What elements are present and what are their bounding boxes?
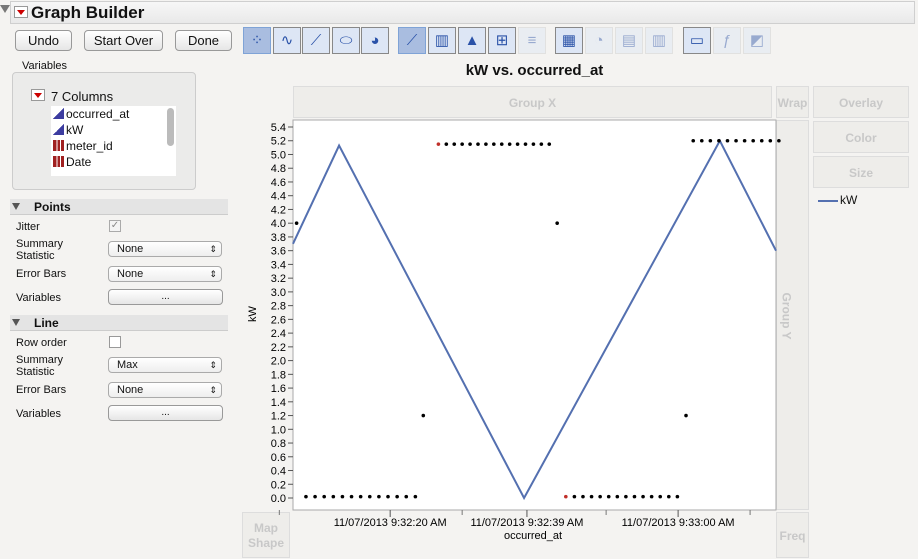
data-point bbox=[759, 138, 764, 143]
data-point bbox=[436, 142, 441, 146]
x-tick-label: 11/07/2013 9:33:00 AM bbox=[622, 517, 735, 529]
y-tick-label: 1.8 bbox=[271, 369, 286, 381]
y-tick-label: 4.6 bbox=[271, 177, 286, 189]
data-point bbox=[606, 494, 611, 499]
y-tick-label: 3.6 bbox=[271, 246, 286, 258]
y-tick-label: 4.2 bbox=[271, 204, 286, 216]
y-tick-label: 1.4 bbox=[271, 397, 286, 409]
data-point bbox=[539, 142, 544, 146]
y-tick-label: 4.0 bbox=[271, 218, 286, 230]
y-tick-label: 2.6 bbox=[271, 314, 286, 326]
y-tick-label: 5.4 bbox=[271, 122, 286, 134]
data-point bbox=[615, 494, 620, 499]
data-point bbox=[531, 142, 536, 146]
chart-area[interactable]: 0.0 0.20.4 0.6 0.8 1.01.2 1.4 1.6 1.82.0 2.2 2.4 2… bbox=[0, 0, 918, 558]
data-point bbox=[507, 142, 512, 146]
y-tick-label: 2.4 bbox=[271, 328, 286, 340]
data-point bbox=[340, 494, 345, 499]
data-point bbox=[734, 138, 738, 143]
y-tick-label: 3.4 bbox=[271, 259, 286, 271]
y-tick-label: 2.8 bbox=[271, 301, 286, 313]
data-point bbox=[717, 138, 721, 143]
y-tick-label: 0.8 bbox=[271, 438, 286, 450]
data-point bbox=[691, 138, 696, 143]
y-tick-label: 5.2 bbox=[271, 136, 286, 148]
data-point bbox=[404, 494, 409, 499]
x-tick-label: 11/07/2013 9:32:39 AM bbox=[470, 517, 583, 529]
data-point bbox=[598, 494, 602, 499]
data-point bbox=[349, 494, 354, 499]
data-point bbox=[413, 494, 418, 499]
data-point bbox=[468, 142, 472, 146]
data-point bbox=[564, 494, 568, 499]
y-tick-label: 3.0 bbox=[271, 287, 286, 299]
data-point bbox=[294, 221, 299, 225]
y-tick-label: 3.2 bbox=[271, 273, 286, 285]
y-tick-label: 1.2 bbox=[271, 411, 286, 423]
data-point bbox=[624, 494, 628, 499]
data-point bbox=[751, 138, 755, 143]
y-tick-label: 0.4 bbox=[271, 466, 286, 478]
data-point bbox=[515, 142, 520, 146]
y-tick-label: 5.0 bbox=[271, 149, 286, 161]
data-point bbox=[632, 494, 637, 499]
x-axis-label: occurred_at bbox=[504, 530, 562, 542]
y-tick-label: 3.8 bbox=[271, 232, 286, 244]
data-point bbox=[589, 494, 594, 499]
data-point bbox=[572, 494, 577, 499]
data-point bbox=[684, 413, 688, 418]
y-tick-label: 4.4 bbox=[271, 191, 286, 203]
y-axis-label: kW bbox=[247, 305, 259, 322]
data-point bbox=[304, 494, 308, 499]
y-tick-label: 0.0 bbox=[271, 493, 286, 505]
data-point bbox=[555, 221, 559, 225]
data-point bbox=[523, 142, 528, 146]
data-point bbox=[641, 494, 645, 499]
data-point bbox=[499, 142, 504, 146]
y-tick-label: 0.6 bbox=[271, 452, 286, 464]
data-point bbox=[313, 494, 317, 499]
y-tick-label: 2.0 bbox=[271, 356, 286, 368]
data-point bbox=[460, 142, 464, 146]
data-point bbox=[452, 142, 457, 146]
data-point bbox=[581, 494, 585, 499]
x-tick-label: 11/07/2013 9:32:20 AM bbox=[334, 517, 447, 529]
data-point bbox=[547, 142, 552, 146]
data-point bbox=[444, 142, 449, 146]
y-tick-label: 2.2 bbox=[271, 342, 286, 354]
data-point bbox=[395, 494, 399, 499]
data-point bbox=[331, 494, 336, 499]
y-tick-label: 0.2 bbox=[271, 479, 286, 491]
data-point bbox=[768, 138, 773, 143]
data-point bbox=[421, 413, 426, 418]
data-point bbox=[777, 138, 781, 143]
data-point bbox=[484, 142, 488, 146]
data-point bbox=[742, 138, 747, 143]
data-point bbox=[386, 494, 390, 499]
y-tick-label: 4.8 bbox=[271, 163, 286, 175]
plot-frame bbox=[292, 119, 777, 511]
data-point bbox=[358, 494, 363, 499]
data-point bbox=[492, 142, 496, 146]
data-point bbox=[708, 138, 713, 143]
data-point bbox=[675, 494, 680, 499]
data-point bbox=[667, 494, 671, 499]
data-point bbox=[476, 142, 480, 146]
data-point bbox=[367, 494, 372, 499]
y-tick-label: 1.0 bbox=[271, 424, 286, 436]
data-point bbox=[649, 494, 654, 499]
data-point bbox=[725, 138, 730, 143]
data-point bbox=[377, 494, 381, 499]
data-point bbox=[658, 494, 663, 499]
data-point bbox=[699, 138, 704, 143]
y-tick-label: 1.6 bbox=[271, 383, 286, 395]
data-point bbox=[322, 494, 326, 499]
